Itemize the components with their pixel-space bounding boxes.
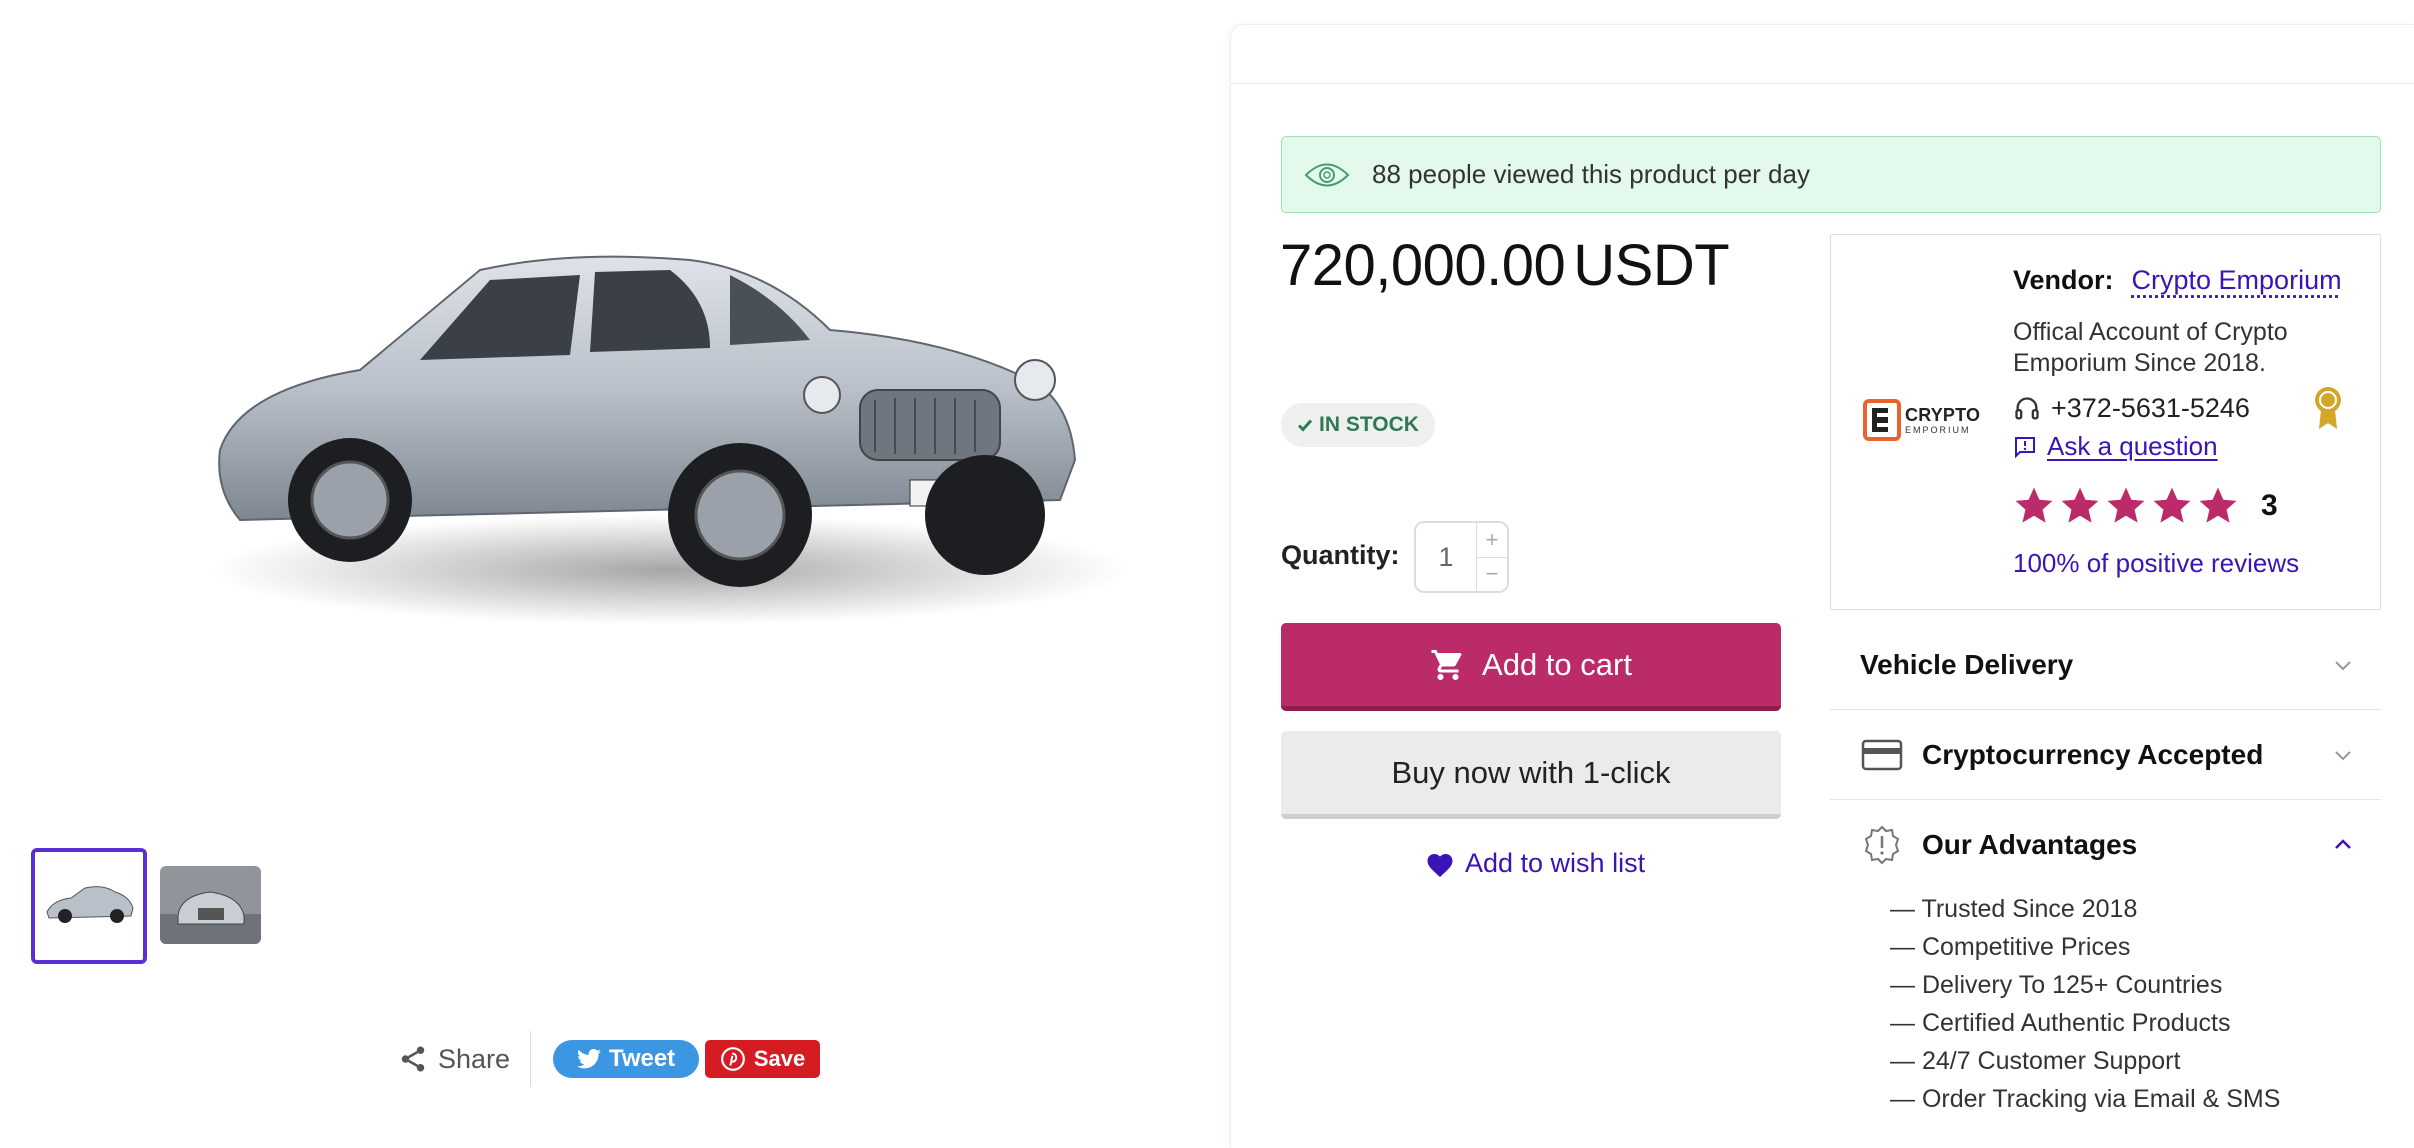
- accordion-our-advantages[interactable]: Our Advantages: [1830, 800, 2381, 890]
- accordion-our-advantages-title: Our Advantages: [1922, 829, 2138, 860]
- share-button[interactable]: Share: [398, 1031, 532, 1087]
- add-to-wishlist-link[interactable]: Add to wish list: [1425, 848, 1645, 879]
- star-icon: [2199, 487, 2237, 523]
- ask-question-link[interactable]: Ask a question: [2013, 431, 2218, 462]
- panel-divider: [1230, 83, 2414, 84]
- quantity-increase-button[interactable]: +: [1477, 523, 1507, 558]
- accordion-vehicle-delivery[interactable]: Vehicle Delivery: [1830, 620, 2381, 710]
- accordion-cryptocurrency-accepted[interactable]: Cryptocurrency Accepted: [1830, 710, 2381, 800]
- heart-icon: [1427, 853, 1453, 877]
- vendor-phone[interactable]: +372-5631-5246: [2013, 393, 2250, 424]
- add-to-cart-label: Add to cart: [1482, 646, 1632, 682]
- pinterest-save-button[interactable]: Save: [705, 1040, 821, 1078]
- check-icon: [1297, 419, 1313, 432]
- vendor-card: CRYPTO EMPORIUM Vendor: Crypto Emporium …: [1830, 234, 2381, 610]
- thumbnail-front-view[interactable]: [160, 866, 261, 944]
- star-icon: [2061, 487, 2099, 523]
- chevron-down-icon: [2335, 661, 2351, 671]
- vendor-logo[interactable]: CRYPTO EMPORIUM: [1863, 395, 1983, 445]
- vendor-description: Offical Account of Crypto Emporium Since…: [2013, 318, 2288, 377]
- share-label: Share: [438, 1043, 511, 1074]
- viewers-text: 88 people viewed this product per day: [1372, 159, 1810, 189]
- pinterest-icon: [720, 1047, 745, 1071]
- crypto-emporium-logo-icon: [1863, 399, 1901, 441]
- product-price: 720,000.00 USDT: [1280, 232, 1730, 299]
- share-icon: [401, 1046, 425, 1072]
- quantity-label: Quantity:: [1281, 540, 1400, 570]
- chevron-down-icon: [2335, 751, 2351, 761]
- vendor-rating: 3: [2013, 485, 2278, 527]
- tweet-button[interactable]: Tweet: [553, 1040, 700, 1078]
- cart-icon: [1431, 649, 1462, 680]
- main-product-image[interactable]: [150, 230, 1180, 650]
- ask-question-label: Ask a question: [2047, 431, 2218, 461]
- logo-line-2: EMPORIUM: [1905, 424, 1971, 435]
- accordion-cryptocurrency-title: Cryptocurrency Accepted: [1922, 738, 2264, 770]
- positive-reviews-link[interactable]: 100% of positive reviews: [2013, 548, 2299, 579]
- tweet-label: Tweet: [608, 1045, 676, 1072]
- eye-icon: [1304, 163, 1350, 186]
- award-badge-icon: [2315, 387, 2341, 429]
- viewers-notice: 88 people viewed this product per day: [1281, 136, 2381, 213]
- headset-icon: [2015, 396, 2039, 419]
- stock-badge: IN STOCK: [1281, 403, 1435, 447]
- star-icon: [2107, 487, 2145, 523]
- price-amount: 720,000.00: [1280, 233, 1566, 298]
- wishlist-label: Add to wish list: [1465, 848, 1646, 878]
- alert-badge-icon: [1860, 825, 1904, 865]
- vendor-phone-number: +372-5631-5246: [2051, 393, 2250, 423]
- advantage-item: — Order Tracking via Email & SMS: [1890, 1085, 2281, 1113]
- advantage-item: — Certified Authentic Products: [1890, 1009, 2231, 1037]
- vendor-label: Vendor:: [2013, 265, 2114, 295]
- price-currency: USDT: [1573, 233, 1730, 298]
- message-alert-icon: [2015, 436, 2035, 458]
- buy-now-label: Buy now with 1-click: [1391, 754, 1671, 790]
- chevron-up-icon: [2335, 839, 2351, 849]
- vendor-heading: Vendor: Crypto Emporium: [2013, 265, 2342, 296]
- star-icon: [2153, 487, 2191, 523]
- logo-line-1: CRYPTO: [1905, 404, 1981, 425]
- credit-card-icon: [1860, 737, 1904, 773]
- vendor-name-link[interactable]: Crypto Emporium: [2132, 265, 2342, 296]
- quantity-decrease-button[interactable]: −: [1477, 558, 1507, 592]
- buy-now-button[interactable]: Buy now with 1-click: [1281, 731, 1781, 819]
- quantity-stepper: + −: [1414, 521, 1509, 593]
- thumbnail-side-view[interactable]: [31, 848, 147, 964]
- add-to-cart-button[interactable]: Add to cart: [1281, 623, 1781, 711]
- advantage-item: — Competitive Prices: [1890, 933, 2131, 961]
- advantage-item: — 24/7 Customer Support: [1890, 1047, 2181, 1075]
- quantity-input[interactable]: [1416, 523, 1476, 591]
- share-row: Share Tweet Save: [398, 1031, 821, 1087]
- stock-label: IN STOCK: [1319, 413, 1419, 436]
- review-count[interactable]: 3: [2261, 489, 2278, 523]
- accordion-vehicle-delivery-title: Vehicle Delivery: [1860, 648, 2074, 680]
- twitter-icon: [576, 1049, 601, 1069]
- save-label: Save: [753, 1046, 806, 1071]
- star-icon: [2015, 487, 2053, 523]
- advantage-item: — Delivery To 125+ Countries: [1890, 971, 2223, 999]
- advantages-list: — Trusted Since 2018 — Competitive Price…: [1890, 890, 2280, 1118]
- advantage-item: — Trusted Since 2018: [1890, 895, 2138, 923]
